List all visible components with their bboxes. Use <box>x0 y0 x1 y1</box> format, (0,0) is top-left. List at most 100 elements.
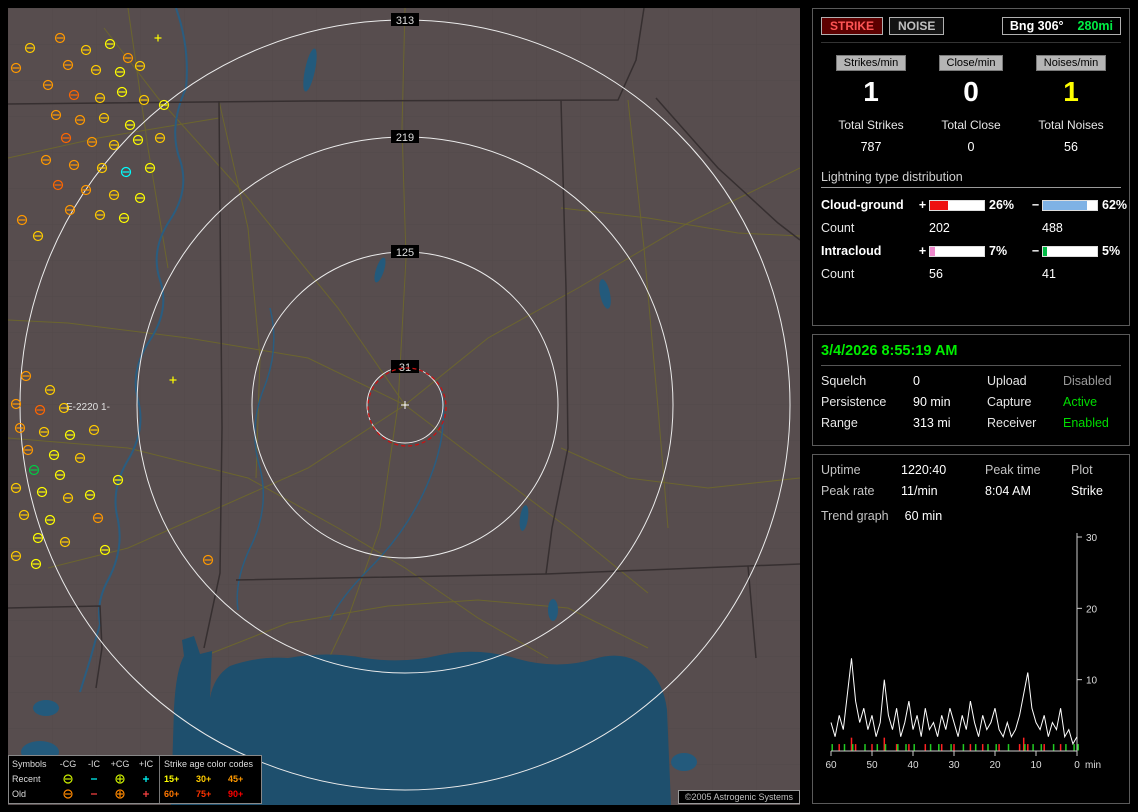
strike-button[interactable]: STRIKE <box>821 17 884 35</box>
trend-window-value: 60 min <box>904 509 943 523</box>
side-panel: STRIKE NOISE Bng 306° 280mi Strikes/min … <box>812 8 1130 804</box>
total-strikes-value: 787 <box>860 140 882 154</box>
noises-per-min-button[interactable]: Noises/min <box>1035 55 1107 71</box>
legend-age-row-recent: 15+ 30+ 45+ <box>164 773 244 784</box>
peak-time-label: Peak time <box>985 463 1041 477</box>
minus-sign: − <box>1031 198 1040 212</box>
strikes-per-min-column: Strikes/min 1 <box>821 53 921 108</box>
peak-rate-value: 11/min <box>901 484 938 498</box>
close-per-min-value: 0 <box>963 76 979 107</box>
peak-rate-label: Peak rate <box>821 484 875 498</box>
svg-text:125: 125 <box>396 247 414 259</box>
ic-negative-bar <box>1042 245 1098 257</box>
legend-symbol <box>81 773 107 785</box>
legend-symbol <box>81 788 107 800</box>
cloud-ground-label: Cloud-ground <box>821 198 904 212</box>
minus-sign: − <box>1031 244 1040 258</box>
total-noises-value: 56 <box>1064 140 1078 154</box>
legend-col-ncg: -CG <box>59 758 77 769</box>
strike-stats-section: STRIKE NOISE Bng 306° 280mi Strikes/min … <box>812 8 1130 326</box>
cg-negative-bar <box>1042 199 1098 211</box>
persistence-label: Persistence <box>821 395 887 409</box>
total-strikes-label: Total Strikes <box>838 118 904 132</box>
plus-sign: + <box>918 198 927 212</box>
svg-text:219: 219 <box>396 132 414 144</box>
upload-status: Disabled <box>1063 374 1112 388</box>
receiver-label: Receiver <box>987 416 1037 430</box>
range-label: Range <box>821 416 858 430</box>
legend-row-recent-label: Recent <box>12 773 41 784</box>
status-section: 3/4/2026 8:55:19 AM Squelch 0 Upload Dis… <box>812 334 1130 446</box>
cg-positive-count: 202 <box>929 221 950 235</box>
legend-col-pic: +IC <box>138 758 154 769</box>
uptime-value: 1220:40 <box>901 463 947 477</box>
bearing-label: Bng 306° <box>1009 19 1064 33</box>
legend-col-nic: -IC <box>88 758 100 769</box>
legend-age-row-old: 60+ 75+ 90+ <box>164 788 244 799</box>
trend-graph-label: Trend graph <box>821 509 889 523</box>
map-svg: 31321912531 E-2220 1- <box>8 8 800 805</box>
copyright-notice: ©2005 Astrogenic Systems <box>677 790 800 804</box>
legend-symbol <box>107 788 133 800</box>
station-label: E-2220 1- <box>66 402 110 413</box>
stats-grid: Uptime 1220:40 Peak time Plot Peak rate … <box>821 463 1121 498</box>
plus-sign: + <box>918 244 927 258</box>
svg-text:10: 10 <box>1086 676 1098 687</box>
datetime-display: 3/4/2026 8:55:19 AM <box>821 343 1121 366</box>
legend-symbol <box>55 788 81 800</box>
total-close-value: 0 <box>967 140 975 154</box>
totals-values-row: 787 0 56 <box>821 140 1121 154</box>
bearing-range: 280mi <box>1077 19 1113 33</box>
svg-text:60: 60 <box>825 760 837 771</box>
legend-symbol <box>55 773 81 785</box>
peak-time-value: 8:04 AM <box>985 484 1031 498</box>
total-noises-label: Total Noises <box>1038 118 1104 132</box>
bearing-display: Bng 306° 280mi <box>1001 17 1121 35</box>
rates-row: Strikes/min 1 Close/min 0 Noises/min 1 <box>821 53 1121 108</box>
legend-row-old-label: Old <box>12 788 27 799</box>
cg-count-label: Count <box>821 221 855 235</box>
uptime-label: Uptime <box>821 463 861 477</box>
distribution-grid: Cloud-ground + 26% − 62% Count 202 488 I… <box>821 198 1127 281</box>
cg-positive-pct: 26% <box>989 198 1015 212</box>
legend-symbols-title: Symbols <box>12 758 47 769</box>
legend-age-title: Strike age color codes <box>164 758 254 769</box>
svg-text:20: 20 <box>989 760 1001 771</box>
ic-positive-pct: 7% <box>989 244 1008 258</box>
svg-text:30: 30 <box>948 760 960 771</box>
strikes-per-min-value: 1 <box>863 76 879 107</box>
ic-negative-pct: 5% <box>1102 244 1121 258</box>
plot-label: Plot <box>1071 463 1093 477</box>
svg-text:10: 10 <box>1030 760 1042 771</box>
cg-negative-count: 488 <box>1042 221 1063 235</box>
noise-button[interactable]: NOISE <box>889 17 945 35</box>
noises-per-min-column: Noises/min 1 <box>1021 53 1121 108</box>
svg-text:313: 313 <box>396 15 414 27</box>
persistence-value: 90 min <box>913 395 951 409</box>
svg-text:0: 0 <box>1074 760 1080 771</box>
legend-col-pcg: +CG <box>110 758 130 769</box>
intracloud-label: Intracloud <box>821 244 882 258</box>
trend-section: Uptime 1220:40 Peak time Plot Peak rate … <box>812 454 1130 804</box>
cg-negative-pct: 62% <box>1102 198 1128 212</box>
capture-label: Capture <box>987 395 1032 409</box>
map-canvas[interactable]: 313 219 125 31 E-2220 1- Symbols -CG -IC +C… <box>8 8 800 805</box>
trend-graph: 10 20 30 60 50 40 30 20 10 0 min <box>825 533 1101 771</box>
total-close-label: Total Close <box>941 118 1001 132</box>
svg-text:min: min <box>1085 760 1101 771</box>
squelch-value: 0 <box>913 374 920 388</box>
ic-count-label: Count <box>821 267 855 281</box>
capture-status: Active <box>1063 395 1098 409</box>
upload-label: Upload <box>987 374 1027 388</box>
close-per-min-button[interactable]: Close/min <box>938 55 1004 71</box>
map-legend: Symbols -CG -IC +CG +IC Recent Old Strik… <box>8 755 262 804</box>
close-per-min-column: Close/min 0 <box>921 53 1021 108</box>
plot-value: Strike <box>1071 484 1103 498</box>
svg-text:30: 30 <box>1086 533 1098 544</box>
svg-text:50: 50 <box>866 760 878 771</box>
ic-positive-bar <box>929 245 985 257</box>
distribution-title: Lightning type distribution <box>821 170 1121 188</box>
ic-positive-count: 56 <box>929 267 943 281</box>
legend-symbol <box>133 773 159 785</box>
strikes-per-min-button[interactable]: Strikes/min <box>835 55 907 71</box>
